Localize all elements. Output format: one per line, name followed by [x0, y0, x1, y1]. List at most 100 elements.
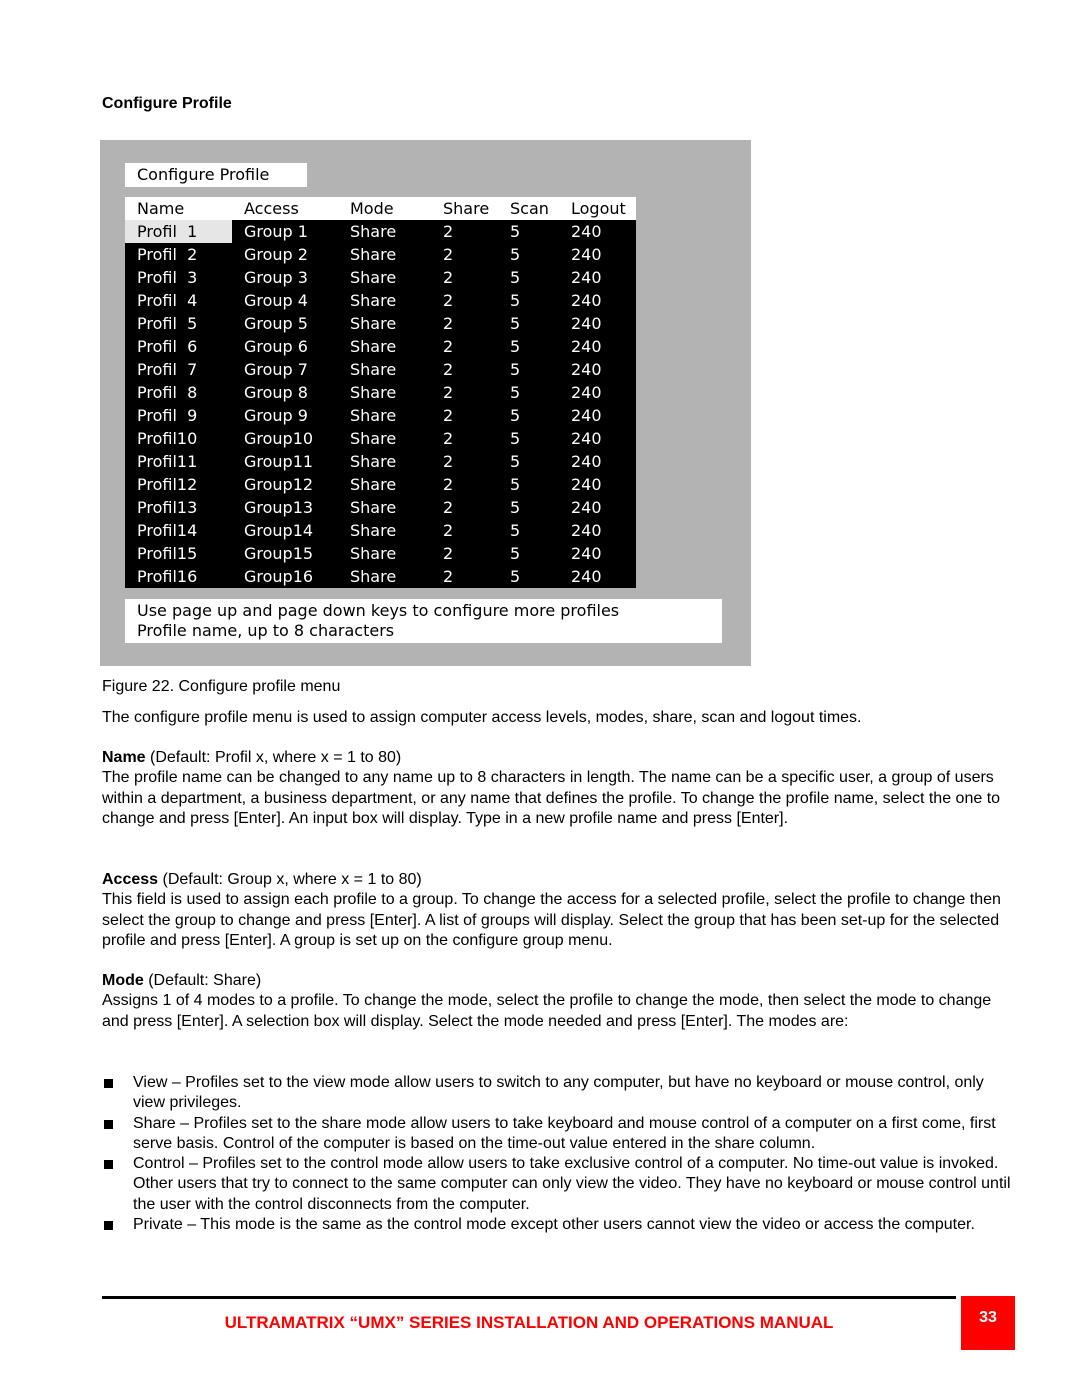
table-row[interactable]: Profil15 Group15 Share 2 5 240 [125, 542, 636, 565]
cell-scan[interactable]: 5 [498, 542, 559, 565]
cell-scan[interactable]: 5 [498, 519, 559, 542]
cell-access[interactable]: Group 5 [232, 312, 338, 335]
cell-share[interactable]: 2 [431, 565, 498, 588]
cell-access[interactable]: Group14 [232, 519, 338, 542]
cell-mode[interactable]: Share [338, 243, 431, 266]
table-row[interactable]: Profil 4 Group 4 Share 2 5 240 [125, 289, 636, 312]
cell-name[interactable]: Profil11 [125, 450, 232, 473]
cell-scan[interactable]: 5 [498, 565, 559, 588]
cell-logout[interactable]: 240 [559, 243, 636, 266]
cell-mode[interactable]: Share [338, 358, 431, 381]
cell-logout[interactable]: 240 [559, 542, 636, 565]
cell-name[interactable]: Profil 3 [125, 266, 232, 289]
cell-access[interactable]: Group11 [232, 450, 338, 473]
table-row[interactable]: Profil12 Group12 Share 2 5 240 [125, 473, 636, 496]
cell-mode[interactable]: Share [338, 266, 431, 289]
cell-share[interactable]: 2 [431, 542, 498, 565]
cell-access[interactable]: Group10 [232, 427, 338, 450]
cell-scan[interactable]: 5 [498, 381, 559, 404]
cell-scan[interactable]: 5 [498, 312, 559, 335]
cell-scan[interactable]: 5 [498, 473, 559, 496]
cell-logout[interactable]: 240 [559, 450, 636, 473]
cell-scan[interactable]: 5 [498, 404, 559, 427]
cell-name[interactable]: Profil13 [125, 496, 232, 519]
cell-scan[interactable]: 5 [498, 243, 559, 266]
cell-share[interactable]: 2 [431, 519, 498, 542]
cell-logout[interactable]: 240 [559, 381, 636, 404]
cell-share[interactable]: 2 [431, 404, 498, 427]
cell-name[interactable]: Profil14 [125, 519, 232, 542]
cell-mode[interactable]: Share [338, 335, 431, 358]
cell-share[interactable]: 2 [431, 427, 498, 450]
cell-name[interactable]: Profil12 [125, 473, 232, 496]
cell-name[interactable]: Profil 6 [125, 335, 232, 358]
table-row[interactable]: Profil 8 Group 8 Share 2 5 240 [125, 381, 636, 404]
cell-access[interactable]: Group 8 [232, 381, 338, 404]
table-row[interactable]: Profil 5 Group 5 Share 2 5 240 [125, 312, 636, 335]
cell-scan[interactable]: 5 [498, 266, 559, 289]
cell-share[interactable]: 2 [431, 335, 498, 358]
cell-mode[interactable]: Share [338, 496, 431, 519]
cell-share[interactable]: 2 [431, 381, 498, 404]
cell-logout[interactable]: 240 [559, 519, 636, 542]
cell-mode[interactable]: Share [338, 404, 431, 427]
cell-mode[interactable]: Share [338, 427, 431, 450]
table-row[interactable]: Profil 3 Group 3 Share 2 5 240 [125, 266, 636, 289]
table-row[interactable]: Profil 1 Group 1 Share 2 5 240 [125, 220, 636, 243]
cell-access[interactable]: Group 2 [232, 243, 338, 266]
cell-name[interactable]: Profil 5 [125, 312, 232, 335]
cell-mode[interactable]: Share [338, 565, 431, 588]
cell-scan[interactable]: 5 [498, 335, 559, 358]
cell-mode[interactable]: Share [338, 542, 431, 565]
cell-mode[interactable]: Share [338, 220, 431, 243]
cell-share[interactable]: 2 [431, 312, 498, 335]
cell-logout[interactable]: 240 [559, 473, 636, 496]
table-row[interactable]: Profil11 Group11 Share 2 5 240 [125, 450, 636, 473]
cell-name[interactable]: Profil 1 [125, 220, 232, 243]
cell-logout[interactable]: 240 [559, 220, 636, 243]
cell-share[interactable]: 2 [431, 220, 498, 243]
cell-mode[interactable]: Share [338, 289, 431, 312]
cell-access[interactable]: Group 4 [232, 289, 338, 312]
cell-share[interactable]: 2 [431, 496, 498, 519]
cell-name[interactable]: Profil16 [125, 565, 232, 588]
cell-scan[interactable]: 5 [498, 358, 559, 381]
cell-logout[interactable]: 240 [559, 312, 636, 335]
table-row[interactable]: Profil16 Group16 Share 2 5 240 [125, 565, 636, 588]
cell-share[interactable]: 2 [431, 243, 498, 266]
cell-scan[interactable]: 5 [498, 427, 559, 450]
cell-access[interactable]: Group 7 [232, 358, 338, 381]
cell-logout[interactable]: 240 [559, 335, 636, 358]
cell-mode[interactable]: Share [338, 450, 431, 473]
cell-access[interactable]: Group 1 [232, 220, 338, 243]
table-row[interactable]: Profil14 Group14 Share 2 5 240 [125, 519, 636, 542]
cell-access[interactable]: Group12 [232, 473, 338, 496]
cell-logout[interactable]: 240 [559, 358, 636, 381]
cell-mode[interactable]: Share [338, 473, 431, 496]
cell-name[interactable]: Profil 8 [125, 381, 232, 404]
cell-share[interactable]: 2 [431, 450, 498, 473]
cell-scan[interactable]: 5 [498, 496, 559, 519]
cell-access[interactable]: Group 6 [232, 335, 338, 358]
cell-logout[interactable]: 240 [559, 289, 636, 312]
table-row[interactable]: Profil10 Group10 Share 2 5 240 [125, 427, 636, 450]
cell-logout[interactable]: 240 [559, 266, 636, 289]
cell-access[interactable]: Group 3 [232, 266, 338, 289]
cell-name[interactable]: Profil 9 [125, 404, 232, 427]
cell-access[interactable]: Group 9 [232, 404, 338, 427]
cell-share[interactable]: 2 [431, 266, 498, 289]
table-row[interactable]: Profil 7 Group 7 Share 2 5 240 [125, 358, 636, 381]
cell-scan[interactable]: 5 [498, 289, 559, 312]
cell-access[interactable]: Group15 [232, 542, 338, 565]
cell-name[interactable]: Profil10 [125, 427, 232, 450]
cell-share[interactable]: 2 [431, 358, 498, 381]
cell-access[interactable]: Group16 [232, 565, 338, 588]
cell-name[interactable]: Profil15 [125, 542, 232, 565]
cell-mode[interactable]: Share [338, 519, 431, 542]
cell-share[interactable]: 2 [431, 289, 498, 312]
cell-logout[interactable]: 240 [559, 496, 636, 519]
cell-share[interactable]: 2 [431, 473, 498, 496]
cell-logout[interactable]: 240 [559, 404, 636, 427]
cell-scan[interactable]: 5 [498, 450, 559, 473]
cell-name[interactable]: Profil 7 [125, 358, 232, 381]
